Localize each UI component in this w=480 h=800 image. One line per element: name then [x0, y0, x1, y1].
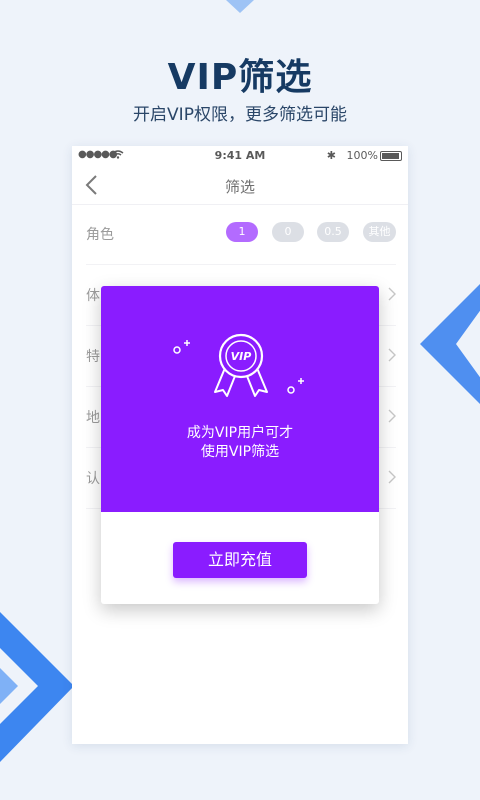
left-diamond-decoration — [0, 612, 74, 762]
right-diamond-decoration — [420, 284, 480, 404]
top-diamond-decoration — [226, 0, 254, 13]
vip-badge-text: VIP — [231, 350, 252, 363]
hero-title: VIP筛选 — [167, 57, 313, 98]
recharge-now-button[interactable]: 立即充值 — [173, 542, 307, 578]
award-ribbon-icon: VIP — [173, 333, 304, 397]
vip-modal: VIP 成为VIP用户可才 使用VIP筛选 立即充值 — [101, 286, 379, 604]
modal-message: 成为VIP用户可才 使用VIP筛选 — [101, 424, 379, 462]
hero-subtitle: 开启VIP权限，更多筛选可能 — [133, 105, 347, 125]
modal-message-line1: 成为VIP用户可才 — [186, 425, 294, 441]
modal-message-line2: 使用VIP筛选 — [200, 444, 280, 460]
modal-header: VIP 成为VIP用户可才 使用VIP筛选 — [101, 286, 379, 512]
